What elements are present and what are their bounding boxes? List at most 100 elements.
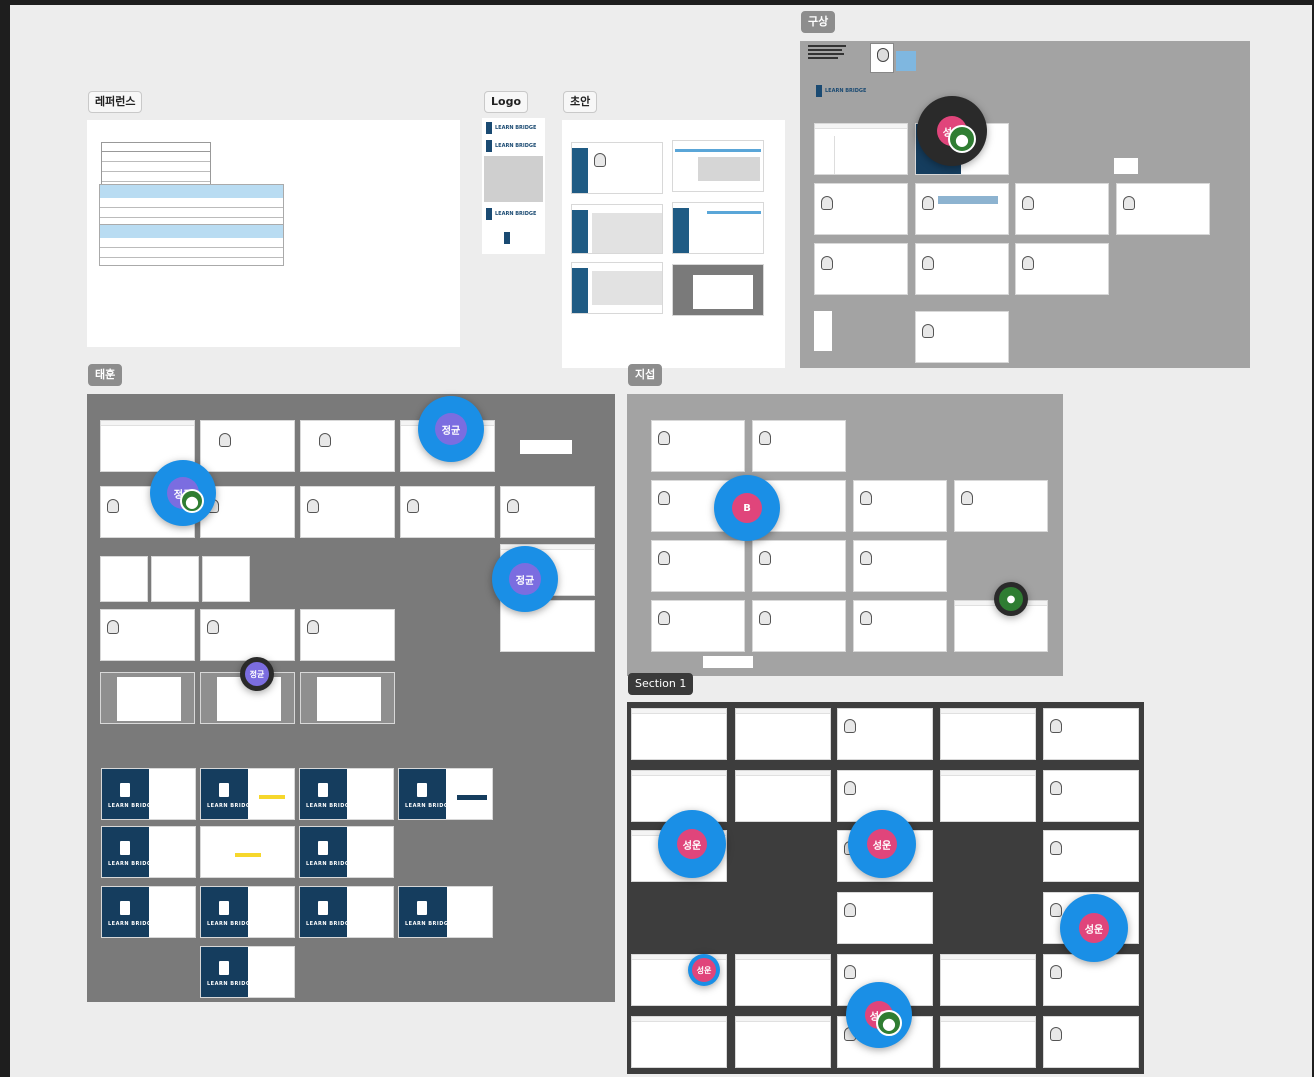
- draft-frame-2[interactable]: [672, 140, 764, 192]
- plan-narrow-frame[interactable]: [814, 311, 832, 351]
- taehun-login-3[interactable]: LEARN BRIDGE: [299, 768, 394, 820]
- section-plan[interactable]: LEARN BRIDGE: [800, 41, 1250, 368]
- plan-map-image: [896, 51, 916, 71]
- user-avatar-icon: ●: [948, 125, 976, 153]
- jiseop-frame-r3c2[interactable]: [752, 540, 846, 592]
- s1-frame-r6c4[interactable]: [940, 1016, 1036, 1068]
- jiseop-frame-r3c3[interactable]: [853, 540, 947, 592]
- s1-frame-r1c1[interactable]: [631, 708, 727, 760]
- plan-small-card: [1114, 158, 1138, 174]
- taehun-frame-r3c3[interactable]: [202, 556, 250, 602]
- plan-avatar-image: [870, 43, 894, 73]
- draft-frame-5[interactable]: [571, 262, 663, 314]
- taehun-frame-r4c2[interactable]: [200, 609, 295, 661]
- section-label-section1[interactable]: Section 1: [628, 673, 694, 695]
- cursor-jeonggyun-4[interactable]: 정균: [240, 657, 274, 691]
- s1-frame-r2c4[interactable]: [940, 770, 1036, 822]
- jiseop-frame-r4c3[interactable]: [853, 600, 947, 652]
- plan-frame-1[interactable]: [814, 123, 908, 175]
- taehun-frame-r1c3[interactable]: [300, 420, 395, 472]
- plan-frame-8[interactable]: [915, 243, 1009, 295]
- taehun-login-5[interactable]: LEARN BRIDGE: [101, 826, 196, 878]
- cursor-seongun-3[interactable]: 성운: [1060, 894, 1128, 962]
- s1-frame-r5c4[interactable]: [940, 954, 1036, 1006]
- jiseop-frame-r1c2[interactable]: [752, 420, 846, 472]
- jiseop-frame-r4c2[interactable]: [752, 600, 846, 652]
- taehun-login-12[interactable]: LEARN BRIDGE: [200, 946, 295, 998]
- s1-frame-r3c5[interactable]: [1043, 830, 1139, 882]
- section-logo[interactable]: LEARN BRIDGE LEARN BRIDGE LEARN BRIDGE: [482, 118, 545, 254]
- section-draft[interactable]: [562, 120, 785, 368]
- section-label-draft[interactable]: 초안: [563, 91, 598, 113]
- plan-frame-9[interactable]: [1015, 243, 1109, 295]
- taehun-login-9[interactable]: LEARN BRIDGE: [200, 886, 295, 938]
- jiseop-frame-r4c1[interactable]: [651, 600, 745, 652]
- s1-frame-r6c2[interactable]: [735, 1016, 831, 1068]
- section-label-jiseop[interactable]: 지섭: [628, 364, 663, 386]
- plan-frame-3[interactable]: [814, 183, 908, 235]
- jiseop-small-card: [703, 656, 753, 668]
- jiseop-frame-r2c3[interactable]: [853, 480, 947, 532]
- taehun-frame-r2c5[interactable]: [500, 486, 595, 538]
- cursor-seongun-4[interactable]: 성운: [688, 954, 720, 986]
- cursor-jeonggyun-1[interactable]: 정균: [418, 396, 484, 462]
- taehun-login-11[interactable]: LEARN BRIDGE: [398, 886, 493, 938]
- plan-frame-7[interactable]: [814, 243, 908, 295]
- s1-frame-r4c3[interactable]: [837, 892, 933, 944]
- cursor-jeonggyun-3[interactable]: 정균: [492, 546, 558, 612]
- s1-frame-r1c3[interactable]: [837, 708, 933, 760]
- s1-frame-r2c2[interactable]: [735, 770, 831, 822]
- taehun-frame-r5c1[interactable]: [100, 672, 195, 724]
- figma-canvas[interactable]: 레퍼런스 Logo LEARN BRIDGE LEARN BRIDGE LEAR…: [0, 0, 1314, 1077]
- taehun-login-1[interactable]: LEARN BRIDGE: [101, 768, 196, 820]
- cursor-seongun-1[interactable]: 성운: [658, 810, 726, 878]
- taehun-frame-r2c4[interactable]: [400, 486, 495, 538]
- plan-frame-10[interactable]: [915, 311, 1009, 363]
- s1-frame-r1c2[interactable]: [735, 708, 831, 760]
- section-label-logo[interactable]: Logo: [484, 91, 528, 113]
- section-label-reference[interactable]: 레퍼런스: [88, 91, 143, 113]
- s1-frame-r1c4[interactable]: [940, 708, 1036, 760]
- s1-frame-r5c2[interactable]: [735, 954, 831, 1006]
- taehun-login-2[interactable]: LEARN BRIDGE: [200, 768, 295, 820]
- top-bar: [0, 0, 1314, 5]
- taehun-login-7[interactable]: LEARN BRIDGE: [299, 826, 394, 878]
- jiseop-frame-r2c4[interactable]: [954, 480, 1048, 532]
- jiseop-frame-r1c1[interactable]: [651, 420, 745, 472]
- taehun-login-6[interactable]: [200, 826, 295, 878]
- taehun-frame-r5c3[interactable]: [300, 672, 395, 724]
- section-reference[interactable]: [87, 120, 460, 347]
- plan-frame-5[interactable]: [1015, 183, 1109, 235]
- draft-frame-1[interactable]: [571, 142, 663, 194]
- draft-frame-4[interactable]: [672, 202, 764, 254]
- section-label-plan[interactable]: 구상: [801, 11, 836, 33]
- s1-frame-r2c5[interactable]: [1043, 770, 1139, 822]
- cursor-name: 성운: [1079, 913, 1109, 943]
- cursor-seongun-2[interactable]: 성운: [848, 810, 916, 878]
- taehun-login-10[interactable]: LEARN BRIDGE: [299, 886, 394, 938]
- taehun-frame-r4c1[interactable]: [100, 609, 195, 661]
- cursor-name: 성운: [692, 958, 716, 982]
- cursor-name: 성운: [677, 829, 707, 859]
- section-jiseop[interactable]: [627, 394, 1063, 676]
- taehun-login-8[interactable]: LEARN BRIDGE: [101, 886, 196, 938]
- section-label-taehun[interactable]: 태훈: [88, 364, 123, 386]
- taehun-frame-r1c2[interactable]: [200, 420, 295, 472]
- plan-frame-6[interactable]: [1116, 183, 1210, 235]
- draft-frame-6[interactable]: [672, 264, 764, 316]
- s1-frame-r6c1[interactable]: [631, 1016, 727, 1068]
- draft-frame-3[interactable]: [571, 204, 663, 254]
- cursor-b[interactable]: B: [714, 475, 780, 541]
- logo-variant-4: [504, 230, 510, 246]
- cursor-name: 성운: [867, 829, 897, 859]
- s1-frame-r1c5[interactable]: [1043, 708, 1139, 760]
- s1-frame-r6c5[interactable]: [1043, 1016, 1139, 1068]
- taehun-frame-r2c3[interactable]: [300, 486, 395, 538]
- taehun-frame-r3c2[interactable]: [151, 556, 199, 602]
- taehun-login-4[interactable]: LEARN BRIDGE: [398, 768, 493, 820]
- taehun-frame-r3c1[interactable]: [100, 556, 148, 602]
- taehun-frame-r4c3[interactable]: [300, 609, 395, 661]
- plan-frame-4[interactable]: [915, 183, 1009, 235]
- reference-table-1: [101, 142, 211, 187]
- jiseop-frame-r3c1[interactable]: [651, 540, 745, 592]
